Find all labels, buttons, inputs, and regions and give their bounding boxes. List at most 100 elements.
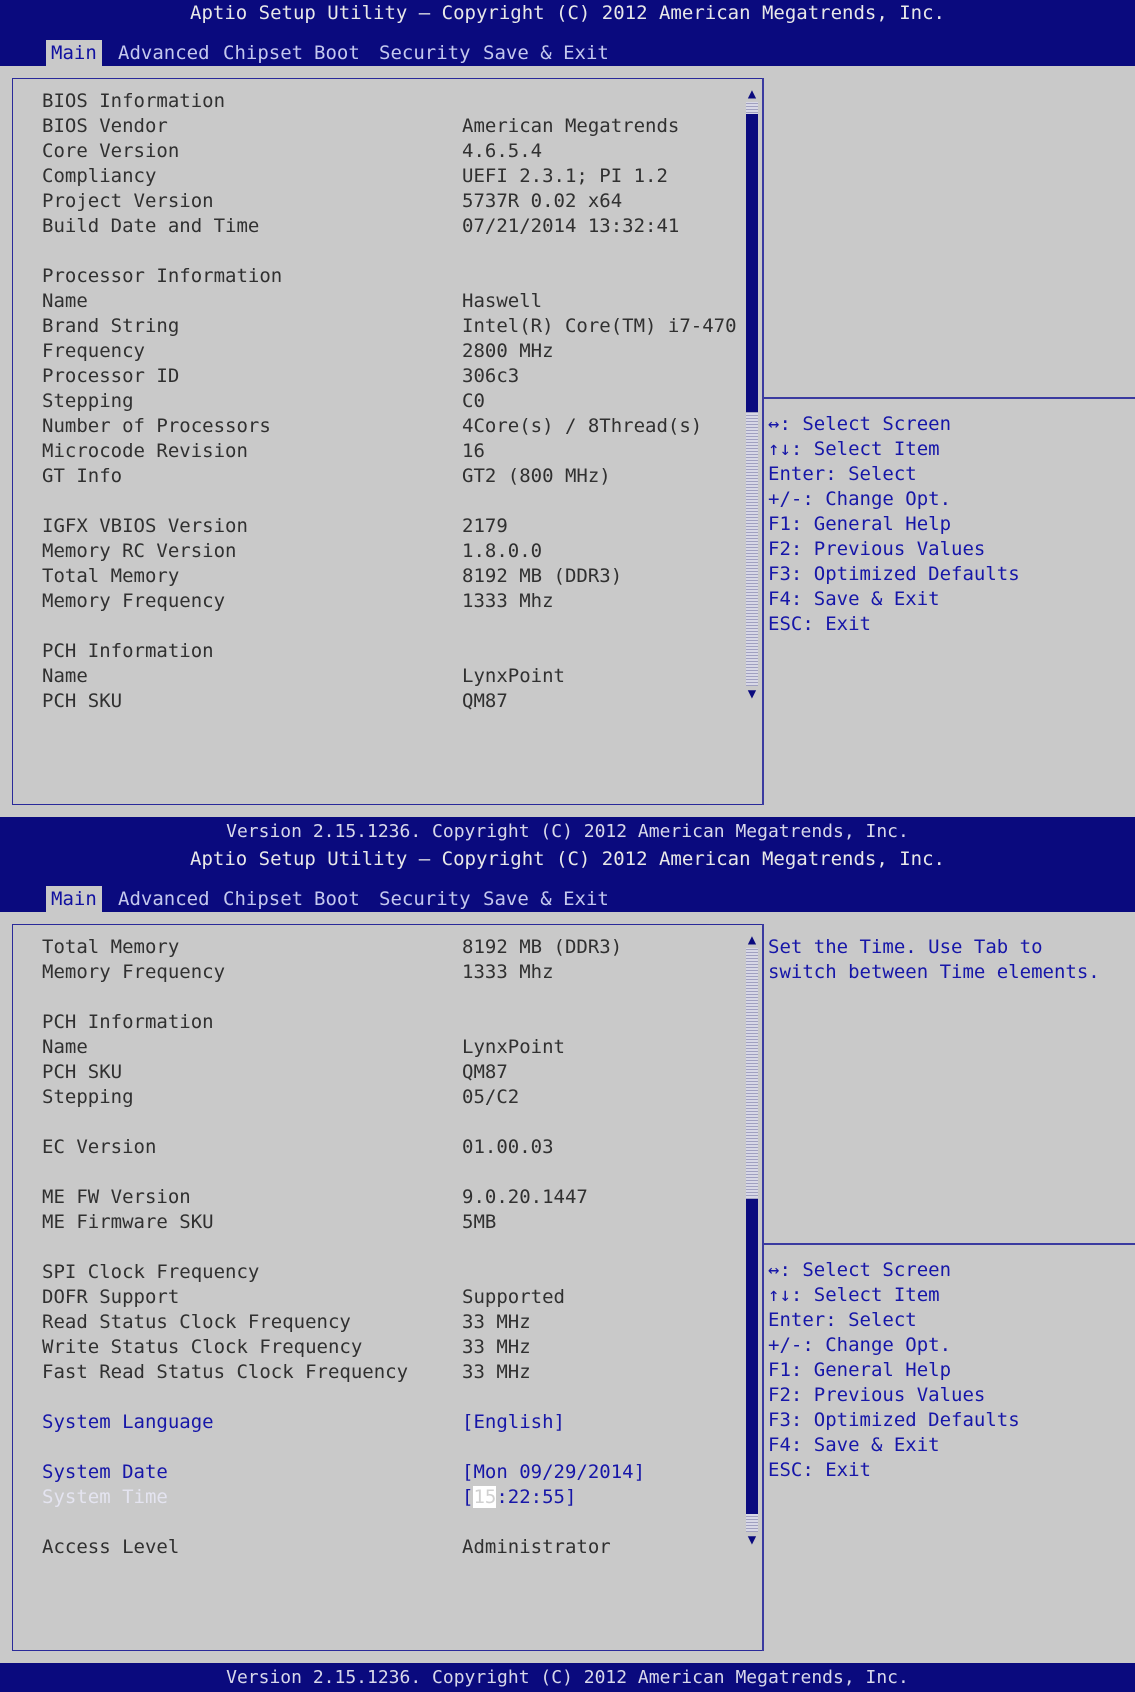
setting-label: Fast Read Status Clock Frequency — [42, 1361, 409, 1383]
footer-version: Version 2.15.1236. Copyright (C) 2012 Am… — [0, 1663, 1135, 1692]
setting-label: BIOS Information — [42, 90, 226, 112]
help-divider — [764, 1243, 1135, 1245]
setting-label: Processor Information — [42, 265, 283, 287]
setting-value: 5737R 0.02 x64 — [462, 190, 623, 212]
scrollbar[interactable]: ▲ ▼ — [746, 933, 758, 1547]
scroll-thumb[interactable] — [746, 113, 758, 412]
setting-label: Name — [42, 1036, 88, 1058]
setting-value: Supported — [462, 1286, 565, 1308]
tab-main[interactable]: Main — [46, 886, 102, 912]
setting-value: 33 MHz — [462, 1336, 531, 1358]
help-text: Set the Time. Use Tab to — [768, 936, 1043, 958]
setting-label: Name — [42, 290, 88, 312]
key-hint: ↑↓: Select Item — [768, 438, 940, 460]
key-hint: F1: General Help — [768, 513, 952, 535]
setting-label: DOFR Support — [42, 1286, 180, 1308]
setting-value: Administrator — [462, 1536, 611, 1558]
setting-value: 306c3 — [462, 365, 520, 387]
setting-label: Memory RC Version — [42, 540, 237, 562]
bios-screen-2: Aptio Setup Utility – Copyright (C) 2012… — [0, 846, 1135, 1692]
setting-value: 9.0.20.1447 — [462, 1186, 588, 1208]
setting-value: 5MB — [462, 1211, 497, 1233]
system-time-value[interactable]: [15:22:55] — [462, 1484, 576, 1510]
tab-security[interactable]: Security — [374, 40, 476, 66]
tab-advanced[interactable]: Advanced — [113, 886, 215, 912]
key-hint: ↔: Select Screen — [768, 1259, 952, 1281]
setting-value: 2800 MHz — [462, 340, 554, 362]
key-hint: F3: Optimized Defaults — [768, 1409, 1020, 1431]
time-hour-field[interactable]: 15 — [473, 1486, 497, 1508]
setting-label: Total Memory — [42, 565, 180, 587]
tab-chipset[interactable]: Chipset — [218, 886, 308, 912]
setting-label[interactable]: System Date — [42, 1459, 168, 1485]
tab-security[interactable]: Security — [374, 886, 476, 912]
setting-label[interactable]: System Language — [42, 1409, 214, 1435]
tab-save-exit[interactable]: Save & Exit — [478, 40, 614, 66]
setting-label: Number of Processors — [42, 415, 271, 437]
setting-value: LynxPoint — [462, 665, 565, 687]
setting-value[interactable]: [Mon 09/29/2014] — [462, 1459, 645, 1485]
setting-label: SPI Clock Frequency — [42, 1261, 260, 1283]
time-rest: :22:55] — [496, 1486, 577, 1508]
tab-main[interactable]: Main — [46, 40, 102, 66]
key-hint: F3: Optimized Defaults — [768, 563, 1020, 585]
key-hint: +/-: Change Opt. — [768, 488, 952, 510]
tab-save-exit[interactable]: Save & Exit — [478, 886, 614, 912]
scroll-down-arrow-icon[interactable]: ▼ — [746, 687, 758, 701]
key-hint: ESC: Exit — [768, 1459, 871, 1481]
setting-value: 8192 MB (DDR3) — [462, 936, 623, 958]
title-bar: Aptio Setup Utility – Copyright (C) 2012… — [0, 0, 1135, 26]
setting-value: 4Core(s) / 8Thread(s) — [462, 415, 703, 437]
setting-label: PCH SKU — [42, 690, 123, 712]
tab-boot[interactable]: Boot — [309, 886, 365, 912]
setting-label: Build Date and Time — [42, 215, 260, 237]
setting-label: Memory Frequency — [42, 590, 226, 612]
scrollbar[interactable]: ▲ ▼ — [746, 87, 758, 701]
scroll-down-arrow-icon[interactable]: ▼ — [746, 1533, 758, 1547]
setting-value: 1333 Mhz — [462, 590, 554, 612]
setting-value: 4.6.5.4 — [462, 140, 543, 162]
scroll-up-arrow-icon[interactable]: ▲ — [746, 87, 758, 101]
setting-value[interactable]: [English] — [462, 1409, 565, 1435]
setting-value: 33 MHz — [462, 1311, 531, 1333]
title-bar: Aptio Setup Utility – Copyright (C) 2012… — [0, 846, 1135, 872]
key-hint: ESC: Exit — [768, 613, 871, 635]
tab-bar: Main Advanced Chipset Boot Security Save & Ex… — [0, 26, 1135, 66]
setting-label: Write Status Clock Frequency — [42, 1336, 363, 1358]
setting-label: Stepping — [42, 1086, 134, 1108]
setting-value: 07/21/2014 13:32:41 — [462, 215, 680, 237]
setting-value: 2179 — [462, 515, 508, 537]
key-hint: F2: Previous Values — [768, 538, 986, 560]
setting-label: Compliancy — [42, 165, 157, 187]
setting-label: Total Memory — [42, 936, 180, 958]
pane-divider — [762, 78, 764, 805]
key-hint: F2: Previous Values — [768, 1384, 986, 1406]
bios-screen-1: Aptio Setup Utility – Copyright (C) 2012… — [0, 0, 1135, 846]
setting-label[interactable]: System Time — [42, 1484, 168, 1510]
tab-chipset[interactable]: Chipset — [218, 40, 308, 66]
key-hint: F4: Save & Exit — [768, 588, 940, 610]
setting-label: IGFX VBIOS Version — [42, 515, 248, 537]
scroll-up-arrow-icon[interactable]: ▲ — [746, 933, 758, 947]
setting-label: Name — [42, 665, 88, 687]
setting-label: Memory Frequency — [42, 961, 226, 983]
setting-label: GT Info — [42, 465, 123, 487]
key-hint: F1: General Help — [768, 1359, 952, 1381]
setting-value: QM87 — [462, 1061, 508, 1083]
setting-value: UEFI 2.3.1; PI 1.2 — [462, 165, 668, 187]
setting-value: American Megatrends — [462, 115, 680, 137]
setting-label: ME Firmware SKU — [42, 1211, 214, 1233]
tab-bar: Main Advanced Chipset Boot Security Save & Ex… — [0, 872, 1135, 912]
pane-divider — [762, 924, 764, 1651]
scroll-thumb[interactable] — [746, 1199, 758, 1515]
tab-advanced[interactable]: Advanced — [113, 40, 215, 66]
key-hint: ↑↓: Select Item — [768, 1284, 940, 1306]
setup-content: BIOS Information BIOS Vendor American Mega… — [0, 66, 1135, 817]
setting-label: PCH Information — [42, 1011, 214, 1033]
help-text: switch between Time elements. — [768, 961, 1100, 983]
setting-label: Access Level — [42, 1536, 180, 1558]
setting-value: C0 — [462, 390, 485, 412]
footer-version: Version 2.15.1236. Copyright (C) 2012 Am… — [0, 817, 1135, 846]
setting-label: Microcode Revision — [42, 440, 248, 462]
tab-boot[interactable]: Boot — [309, 40, 365, 66]
